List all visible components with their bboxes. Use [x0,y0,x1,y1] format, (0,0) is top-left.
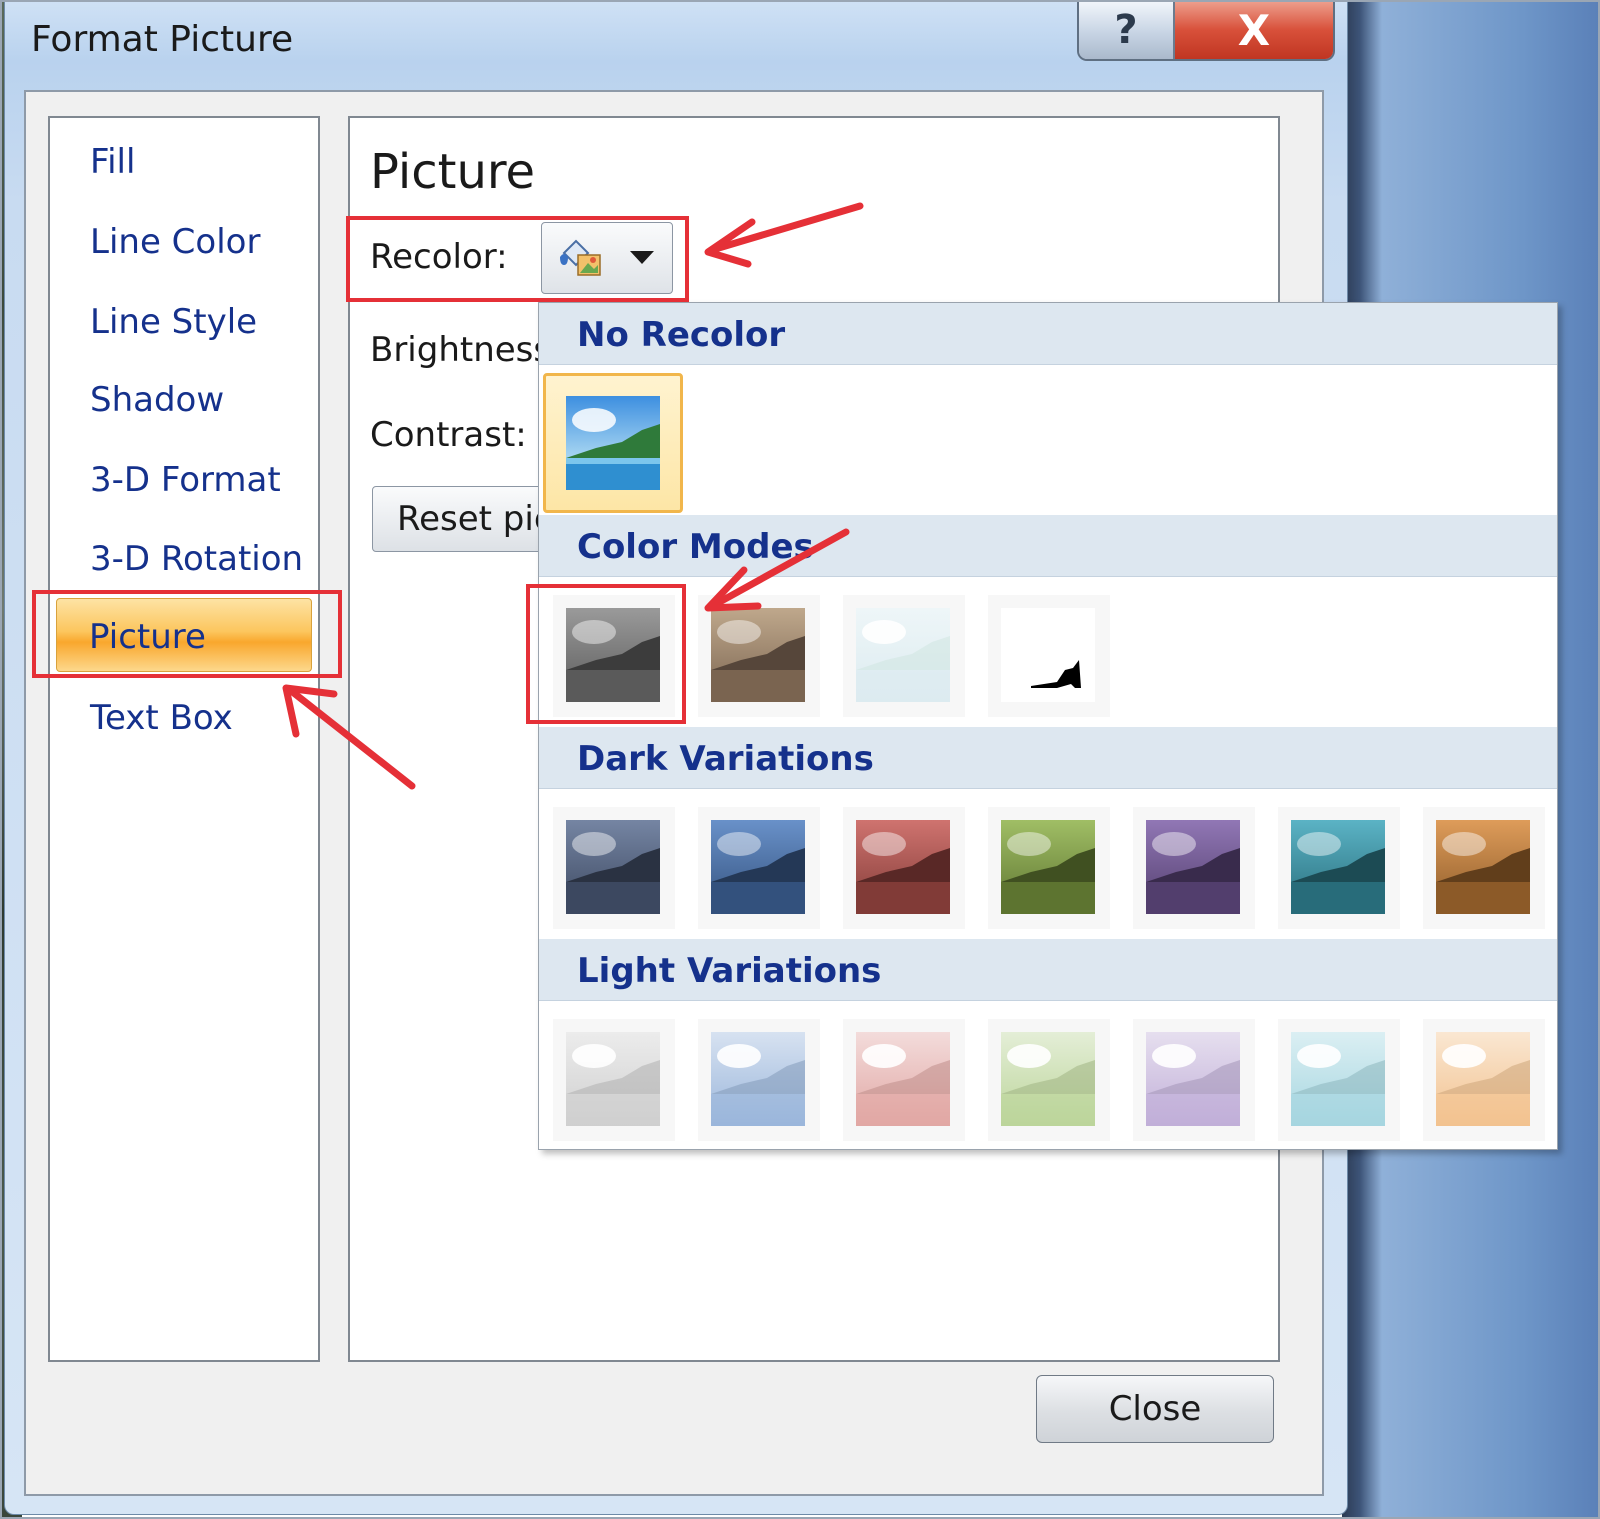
dark-variation-6[interactable] [1278,807,1400,929]
color-mode-washout[interactable] [843,595,965,717]
dark-variation-7-image [1436,820,1530,914]
category-list: Fill Line Color Line Style Shadow 3-D Fo… [48,116,320,1362]
color-mode-sepia[interactable] [698,595,820,717]
dark-variations-header: Dark Variations [539,727,1557,789]
help-button[interactable]: ? [1079,1,1175,59]
window-close-button[interactable]: X [1175,1,1333,59]
light-variations-header-label: Light Variations [577,951,882,991]
light-variation-7[interactable] [1423,1019,1545,1141]
dark-variation-2[interactable] [698,807,820,929]
dark-variation-4-image [1001,820,1095,914]
contrast-label: Contrast: [370,415,527,455]
dark-variation-1-image [566,820,660,914]
dark-variation-5-image [1146,820,1240,914]
light-variation-1[interactable] [553,1019,675,1141]
thumbnail-original [566,396,660,490]
dark-variation-3[interactable] [843,807,965,929]
dark-variation-2-image [711,820,805,914]
close-button[interactable]: Close [1036,1375,1274,1443]
light-variation-4-image [1001,1032,1095,1126]
dark-variation-6-image [1291,820,1385,914]
light-variation-2[interactable] [698,1019,820,1141]
dark-variation-4[interactable] [988,807,1110,929]
light-variation-6-image [1291,1032,1385,1126]
annotation-box-grayscale [526,584,686,724]
nav-item-line-color[interactable]: Line Color [90,222,260,262]
dark-variations-header-label: Dark Variations [577,739,874,779]
color-mode-washout-image [856,608,950,702]
brightness-label: Brightness [370,330,552,370]
light-variation-5-image [1146,1032,1240,1126]
light-variation-6[interactable] [1278,1019,1400,1141]
recolor-gallery: No Recolor Color Modes Dark Variations L… [538,302,1558,1150]
annotation-box-recolor [346,216,689,302]
light-variation-7-image [1436,1032,1530,1126]
light-variation-1-image [566,1032,660,1126]
color-mode-black-and-white[interactable] [988,595,1110,717]
landscape-thumbnail-icon [566,396,660,490]
dialog-title: Format Picture [31,19,294,60]
light-variation-3[interactable] [843,1019,965,1141]
nav-item-shadow[interactable]: Shadow [90,380,224,420]
nav-item-line-style[interactable]: Line Style [90,302,257,342]
no-recolor-header: No Recolor [539,303,1557,365]
no-recolor-header-label: No Recolor [577,315,786,355]
nav-item-text-box[interactable]: Text Box [90,698,233,738]
dark-variation-1[interactable] [553,807,675,929]
panel-title: Picture [370,144,536,200]
nav-item-3d-rotation[interactable]: 3-D Rotation [90,539,303,579]
dark-variation-7[interactable] [1423,807,1545,929]
color-modes-header: Color Modes [539,515,1557,577]
annotation-box-picture [32,590,342,678]
no-recolor-option[interactable] [543,373,683,513]
color-mode-sepia-image [711,608,805,702]
reset-picture-button[interactable]: Reset pic [372,486,562,552]
reset-picture-label: Reset pic [397,499,553,539]
title-bar-buttons: ? X [1077,1,1335,61]
nav-item-3d-format[interactable]: 3-D Format [90,460,281,500]
color-mode-black-and-white-image [1001,608,1095,702]
light-variation-2-image [711,1032,805,1126]
light-variation-3-image [856,1032,950,1126]
light-variation-4[interactable] [988,1019,1110,1141]
nav-item-fill[interactable]: Fill [90,142,135,182]
dark-variation-5[interactable] [1133,807,1255,929]
color-modes-header-label: Color Modes [577,527,814,567]
light-variation-5[interactable] [1133,1019,1255,1141]
light-variations-header: Light Variations [539,939,1557,1001]
dark-variation-3-image [856,820,950,914]
